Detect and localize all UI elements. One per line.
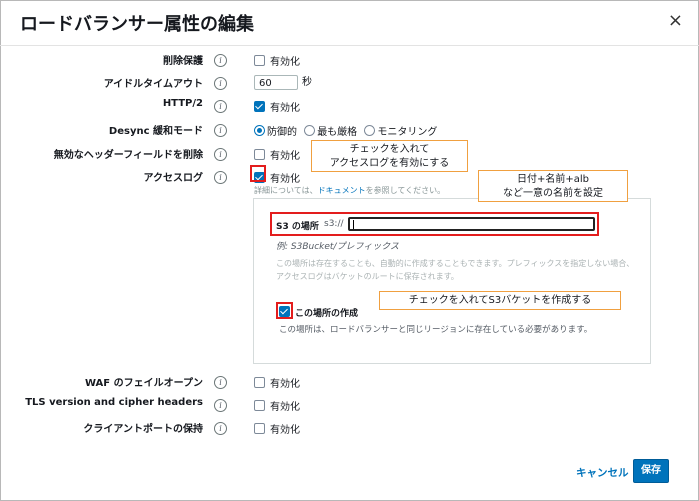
radio-defensive[interactable] [254,125,265,136]
callout-line: 日付+名前+alb [516,174,589,185]
info-icon[interactable]: i [214,124,227,137]
row-idle-timeout: アイドルタイムアウト i 60 秒 [0,72,699,92]
idle-timeout-input[interactable]: 60 [254,74,298,90]
checkbox-label: 有効化 [270,402,300,413]
radio-label-defensive: 防御的 [267,127,297,138]
attribute-label: WAF のフェイルオープン [84,378,203,389]
dialog-header: ロードバランサー属性の編集 × [0,0,699,46]
radio-label-monitoring: モニタリング [377,127,438,138]
info-icon[interactable]: i [214,171,227,184]
info-icon[interactable]: i [214,422,227,435]
s3-example: 例: S3Bucket/プレフィックス [276,242,400,252]
s3-description: この場所は存在することも、自動的に作成することもできます。プレフィックスを指定し… [276,259,635,281]
attribute-label: クライアントポートの保持 [83,424,203,435]
attribute-label: 無効なヘッダーフィールドを削除 [53,150,203,161]
cancel-button[interactable]: キャンセル [576,465,629,480]
attribute-label: Desync 緩和モード [108,126,203,137]
attribute-label: TLS version and cipher headers [25,397,203,408]
tls-headers-checkbox[interactable]: 有効化 [254,398,300,413]
checkbox-label: 有効化 [270,57,300,68]
desync-radio-group: 防御的 最も厳格 モニタリング [254,123,441,138]
row-waf-fail-open: WAF のフェイルオープン i 有効化 [0,372,699,392]
checkbox-label: 有効化 [270,151,300,162]
row-deletion-protection: 削除保護 i 有効化 [0,50,699,70]
row-tls-headers: TLS version and cipher headers i 有効化 [0,395,699,415]
http2-checkbox[interactable]: 有効化 [254,99,300,114]
create-location-note: この場所は、ロードバランサーと同じリージョンに存在している必要があります。 [279,325,593,335]
callout-line: チェックを入れて [349,144,430,155]
checkbox-icon[interactable] [254,423,265,434]
attribute-label: 削除保護 [163,56,203,67]
attribute-label: HTTP/2 [162,98,203,109]
hint-suffix: を参照してください。 [365,186,446,195]
checkbox-icon[interactable] [254,149,265,160]
callout-access-log: チェックを入れて アクセスログを有効にする [311,140,468,172]
idle-timeout-control: 60 秒 [254,73,312,90]
highlight-access-log-checkbox [250,165,266,182]
info-icon[interactable]: i [214,376,227,389]
info-icon[interactable]: i [214,148,227,161]
radio-label-strictest: 最も厳格 [317,127,358,138]
idle-timeout-unit: 秒 [302,77,312,88]
callout-s3-name: 日付+名前+alb など一意の名前を設定 [478,170,628,202]
info-icon[interactable]: i [214,100,227,113]
checkbox-label: 有効化 [270,379,300,390]
row-http2: HTTP/2 i 有効化 [0,96,699,116]
close-icon[interactable]: × [668,10,683,32]
info-icon[interactable]: i [214,399,227,412]
checkbox-icon[interactable] [254,377,265,388]
attribute-label: アクセスログ [143,173,204,184]
checkbox-checked-icon[interactable] [254,101,265,112]
hint-prefix: 詳細については、 [254,186,318,195]
deletion-protection-checkbox[interactable]: 有効化 [254,53,300,68]
waf-fail-open-checkbox[interactable]: 有効化 [254,375,300,390]
callout-create-bucket: チェックを入れてS3バケットを作成する [379,291,621,310]
checkbox-label: 有効化 [270,103,300,114]
callout-line: アクセスログを有効にする [329,158,450,169]
drop-invalid-headers-checkbox[interactable]: 有効化 [254,147,300,162]
documentation-link[interactable]: ドキュメント [318,186,366,195]
preserve-client-port-checkbox[interactable]: 有効化 [254,421,300,436]
callout-line: など一意の名前を設定 [503,188,603,199]
radio-monitoring[interactable] [364,125,376,136]
highlight-s3-location [270,212,599,236]
checkbox-icon[interactable] [254,400,265,411]
row-desync-mode: Desync 緩和モード i 防御的 最も厳格 モニタリング [0,120,699,140]
dialog-title: ロードバランサー属性の編集 [20,14,254,35]
create-location-label: この場所の作成 [295,309,359,319]
checkbox-label: 有効化 [270,174,300,185]
checkbox-label: 有効化 [270,425,300,436]
attribute-label: アイドルタイムアウト [103,79,203,90]
checkbox-icon[interactable] [254,55,265,66]
access-log-hint: 詳細については、ドキュメントを参照してください。 [254,185,445,196]
info-icon[interactable]: i [214,77,227,90]
save-button[interactable]: 保存 [633,459,669,483]
row-preserve-client-port: クライアントポートの保持 i 有効化 [0,418,699,438]
highlight-create-checkbox [276,302,293,319]
radio-strictest[interactable] [304,125,316,136]
info-icon[interactable]: i [214,54,227,67]
